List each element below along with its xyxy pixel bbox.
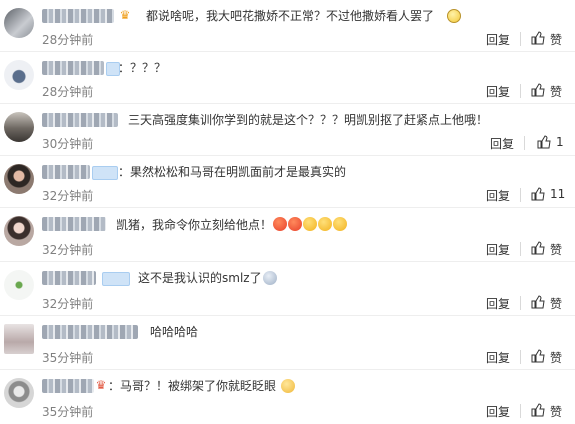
thumbs-up-icon[interactable] — [531, 83, 545, 97]
reply-button[interactable]: 回复 — [486, 31, 510, 48]
divider — [520, 242, 521, 256]
username[interactable] — [42, 9, 114, 23]
like-button[interactable]: 赞 — [550, 295, 562, 312]
comment-item: ♛ ：马哥？！被绑架了你就眨眨眼 35分钟前 回复 赞 — [0, 370, 575, 424]
reply-button[interactable]: 回复 — [486, 295, 510, 312]
blinking-emoji-icon — [281, 379, 295, 393]
thumbs-up-icon[interactable] — [531, 187, 545, 201]
like-button[interactable]: 赞 — [550, 31, 562, 48]
comment-text: 都说啥呢，我大吧花撒娇不正常？不过他撒娇看人罢了 — [146, 9, 435, 23]
comment-time: 28分钟前 — [42, 85, 94, 99]
reply-button[interactable]: 回复 — [486, 349, 510, 366]
username[interactable] — [42, 379, 94, 393]
thumbs-up-icon[interactable] — [531, 241, 545, 255]
laughing-emoji-icon — [318, 217, 333, 231]
angry-emoji-icon — [273, 217, 288, 231]
like-count[interactable]: 11 — [550, 187, 565, 201]
reply-button[interactable]: 回复 — [486, 403, 510, 420]
avatar[interactable] — [4, 216, 34, 246]
comment-text: 三天高强度集训你学到的就是这个？？？明凯别抠了赶紧点上他哦！ — [128, 113, 489, 127]
comment-time: 32分钟前 — [42, 243, 94, 257]
divider — [520, 188, 521, 202]
username[interactable] — [42, 325, 138, 339]
avatar[interactable] — [4, 270, 34, 300]
comment-text: 凯猪，我命令你立刻给他点！ — [116, 218, 273, 232]
shocked-emoji-icon — [263, 271, 277, 285]
divider — [520, 350, 521, 364]
laughing-emoji-icon — [333, 217, 348, 231]
comment-text: ：？？？ — [118, 61, 167, 75]
thumbs-up-icon[interactable] — [531, 295, 545, 309]
avatar[interactable] — [4, 378, 34, 408]
reply-button[interactable]: 回复 — [486, 83, 510, 100]
comment-item: ♛ 都说啥呢，我大吧花撒娇不正常？不过他撒娇看人罢了 28分钟前 回复 赞 — [0, 0, 575, 50]
comment-item: 这不是我认识的smlz了 32分钟前 回复 赞 — [0, 262, 575, 314]
comment-item: ：？？？ 28分钟前 回复 赞 — [0, 52, 575, 102]
username[interactable] — [42, 165, 90, 179]
username[interactable] — [42, 113, 118, 127]
reply-button[interactable]: 回复 — [486, 241, 510, 258]
comment-text: ：果然松松和马哥在明凯面前才是最真实的 — [118, 165, 347, 179]
avatar[interactable] — [4, 8, 34, 38]
username[interactable] — [42, 271, 96, 285]
divider — [520, 32, 521, 46]
comment-time: 32分钟前 — [42, 297, 94, 311]
comment-text: 凯猪，我命令你立刻给他点！ — [116, 217, 348, 232]
comment-time: 32分钟前 — [42, 189, 94, 203]
username[interactable] — [42, 61, 104, 75]
comment-item: 哈哈哈哈 35分钟前 回复 赞 — [0, 316, 575, 368]
laughing-emoji-icon — [303, 217, 318, 231]
avatar[interactable] — [4, 112, 34, 142]
divider — [524, 136, 525, 150]
thumbs-up-icon[interactable] — [531, 403, 545, 417]
crown-icon: ♛ — [95, 378, 107, 392]
comment-time: 30分钟前 — [42, 137, 94, 151]
like-button[interactable]: 赞 — [550, 349, 562, 366]
angry-emoji-icon — [288, 217, 303, 231]
thumbs-up-icon[interactable] — [531, 349, 545, 363]
divider — [520, 84, 521, 98]
comment-text: 这不是我认识的smlz了 — [138, 271, 262, 285]
comment-item: 三天高强度集训你学到的就是这个？？？明凯别抠了赶紧点上他哦！ 30分钟前 回复 … — [0, 104, 575, 154]
username[interactable] — [42, 217, 106, 231]
like-button[interactable]: 赞 — [550, 83, 562, 100]
avatar[interactable] — [4, 324, 34, 354]
comment-text: 哈哈哈哈 — [150, 325, 199, 339]
reply-button[interactable]: 回复 — [486, 187, 510, 204]
comment-text: ：马哥？！被绑架了你就眨眨眼 — [108, 379, 277, 393]
like-button[interactable]: 赞 — [550, 241, 562, 258]
crown-icon: ♛ — [119, 8, 131, 22]
comment-time: 35分钟前 — [42, 405, 94, 419]
like-count[interactable]: 1 — [556, 135, 564, 149]
avatar[interactable] — [4, 164, 34, 194]
comment-item: 凯猪，我命令你立刻给他点！ 32分钟前 回复 赞 — [0, 208, 575, 260]
comment-time: 35分钟前 — [42, 351, 94, 365]
thumbs-up-icon[interactable] — [537, 135, 551, 149]
comment-item: ：果然松松和马哥在明凯面前才是最真实的 32分钟前 回复 11 — [0, 156, 575, 206]
divider — [520, 404, 521, 418]
thumbs-up-icon[interactable] — [531, 31, 545, 45]
reply-button[interactable]: 回复 — [490, 135, 514, 152]
like-button[interactable]: 赞 — [550, 403, 562, 420]
glasses-emoji-icon — [447, 9, 461, 23]
divider — [520, 296, 521, 310]
comment-time: 28分钟前 — [42, 33, 94, 47]
member-badge — [102, 272, 130, 286]
avatar[interactable] — [4, 60, 34, 90]
member-badge — [92, 166, 118, 180]
